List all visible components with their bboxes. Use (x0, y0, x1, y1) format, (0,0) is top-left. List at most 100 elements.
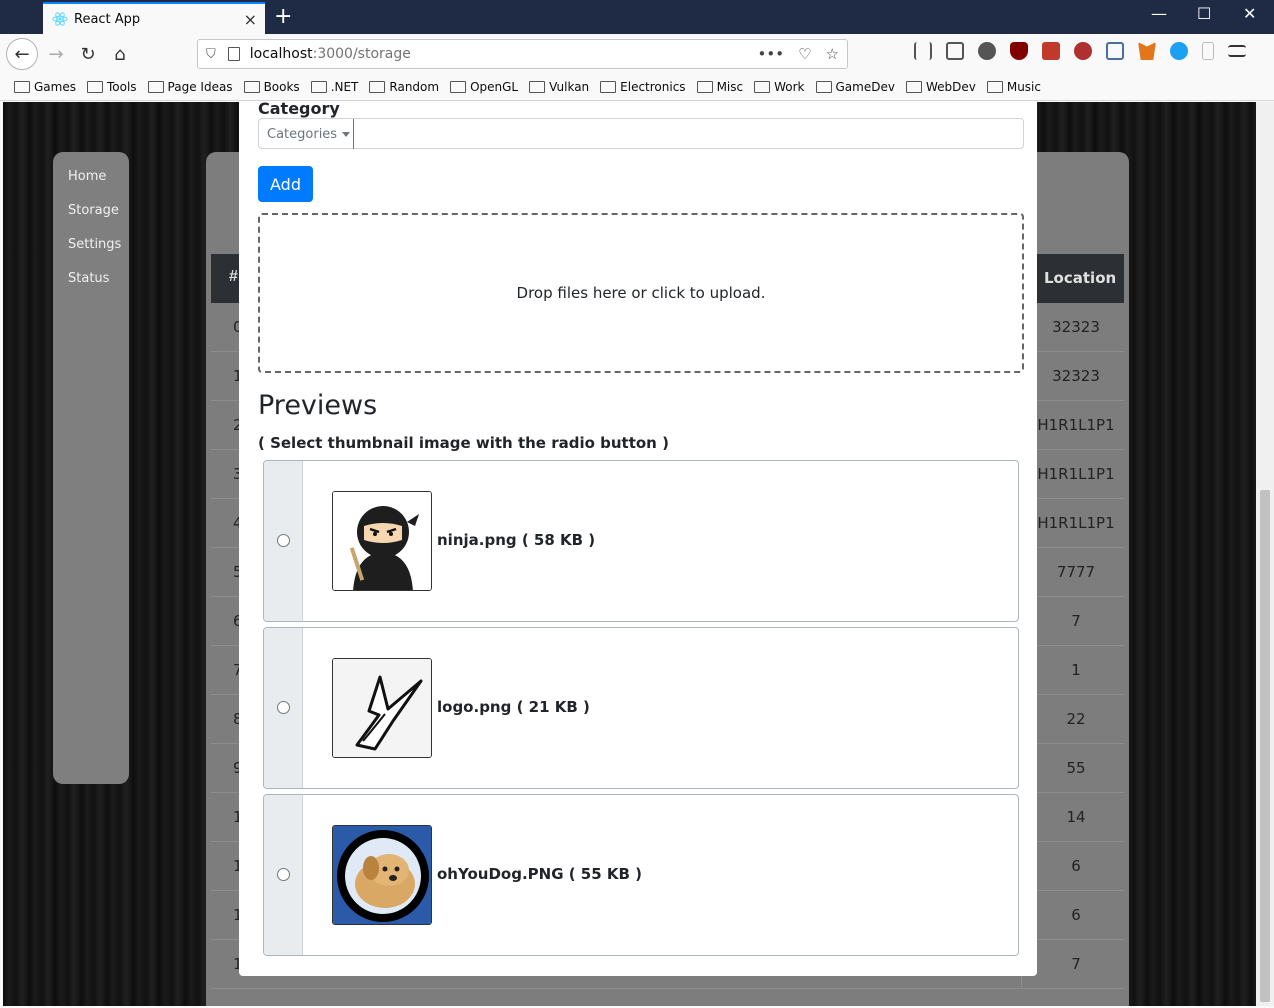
bookmark-item[interactable]: Misc (696, 80, 743, 94)
metamask-icon[interactable] (1138, 42, 1156, 60)
minimize-button[interactable]: — (1151, 4, 1167, 23)
logo-icon (332, 658, 432, 758)
extension-badge-icon[interactable] (1042, 42, 1060, 60)
url-bar[interactable]: ⛉ localhost:3000/storage ••• ♡ ☆ (197, 39, 848, 69)
categories-dropdown[interactable]: Categories (259, 119, 354, 149)
bookmark-item[interactable]: Music (986, 80, 1041, 94)
row-location: 32323 (1052, 318, 1100, 336)
radio-cell (264, 461, 303, 621)
category-input[interactable] (355, 119, 1023, 149)
category-label: Category (258, 102, 340, 118)
bookmark-label: Vulkan (549, 80, 590, 94)
thumbnail-radio[interactable] (277, 868, 290, 881)
page-scrollbar[interactable] (1256, 102, 1274, 1006)
reload-button[interactable]: ↻ (72, 38, 104, 70)
bookmark-item[interactable]: Work (754, 80, 805, 94)
sidebar-item-storage[interactable]: Storage (68, 194, 129, 228)
file-dropzone[interactable]: Drop files here or click to upload. (258, 213, 1024, 373)
row-location: 6 (1071, 906, 1081, 924)
bookmark-item[interactable]: .NET (310, 80, 359, 94)
row-location: H1R1L1P1 (1037, 416, 1115, 434)
radio-cell (264, 628, 303, 788)
add-button[interactable]: Add (258, 166, 313, 202)
folder-icon (147, 81, 164, 93)
maximize-button[interactable]: ☐ (1197, 4, 1211, 23)
bookmark-item[interactable]: Games (14, 80, 76, 94)
column-header-index: # (229, 268, 238, 285)
tab-title: React App (74, 11, 141, 27)
ninja-icon (332, 491, 432, 591)
bookmark-item[interactable]: OpenGL (450, 80, 518, 94)
file-name: logo.png ( 21 KB ) (437, 698, 590, 716)
row-location: 1 (1071, 661, 1081, 679)
bookmark-label: Games (34, 80, 76, 94)
sidebar-item-status[interactable]: Status (68, 262, 129, 296)
device-icon[interactable] (1202, 42, 1214, 60)
folder-icon (696, 81, 713, 93)
back-button[interactable]: ← (6, 38, 38, 70)
folder-icon (905, 81, 922, 93)
reload-icon: ↻ (80, 43, 96, 65)
bookmark-item[interactable]: Tools (86, 80, 137, 94)
bookmark-item[interactable]: GameDev (815, 80, 895, 94)
previews-heading: Previews (258, 390, 378, 421)
extension-icon[interactable] (1074, 42, 1092, 60)
sidebar-item-home[interactable]: Home (68, 160, 129, 194)
bookmark-label: Page Ideas (167, 80, 233, 94)
folder-icon (369, 81, 386, 93)
home-button[interactable]: ⌂ (104, 38, 136, 70)
bookmark-item[interactable]: Electronics (600, 80, 686, 94)
back-arrow-icon: ← (14, 43, 30, 65)
folder-icon (600, 81, 617, 93)
image-extension-icon[interactable] (1106, 42, 1124, 60)
tab-close-icon[interactable]: × (244, 10, 257, 29)
more-actions-icon[interactable]: ••• (758, 45, 785, 63)
close-window-button[interactable]: ✕ (1243, 4, 1256, 23)
account-icon[interactable] (978, 42, 996, 60)
bookmark-item[interactable]: WebDev (905, 80, 976, 94)
row-location: 7 (1071, 955, 1081, 973)
bookmark-label: Tools (106, 80, 137, 94)
toolbar-extensions (914, 42, 1246, 60)
folder-icon (243, 81, 260, 93)
preview-card: ninja.png ( 58 KB ) (263, 460, 1019, 622)
tab-react-app[interactable]: React App × (43, 2, 265, 34)
sidebar-item-settings[interactable]: Settings (68, 228, 129, 262)
bookmark-item[interactable]: Vulkan (529, 80, 589, 94)
page-icon (227, 47, 240, 61)
bookmark-item[interactable]: Random (369, 80, 439, 94)
thumbnail-radio[interactable] (277, 701, 290, 714)
folder-icon (86, 81, 103, 93)
hamburger-menu-icon[interactable] (1228, 45, 1246, 57)
bookmark-label: Books (263, 80, 300, 94)
forward-arrow-icon: → (48, 43, 64, 65)
bookmark-label: Work (774, 80, 805, 94)
scrollbar-thumb[interactable] (1260, 490, 1270, 1002)
browser-window: React App × + — ☐ ✕ ← → ↻ ⌂ ⛉ localhost:… (0, 0, 1274, 1008)
url-host: localhost (249, 46, 313, 62)
folder-icon (986, 81, 1003, 93)
url-text[interactable]: localhost:3000/storage (250, 46, 411, 62)
ublock-icon[interactable] (1010, 42, 1028, 60)
sync-extension-icon[interactable] (1170, 42, 1188, 60)
forward-button[interactable]: → (40, 38, 72, 70)
new-tab-button[interactable]: + (274, 4, 292, 29)
bookmark-item[interactable]: Page Ideas (147, 80, 233, 94)
nav-bar: ← → ↻ ⌂ ⛉ localhost:3000/storage ••• ♡ ☆ (0, 34, 1274, 74)
caret-down-icon (342, 131, 351, 137)
row-location: 7777 (1056, 563, 1096, 581)
bookmark-label: .NET (330, 80, 359, 94)
bookmark-item[interactable]: Books (243, 80, 300, 94)
bookmarks-bar: Games Tools Page Ideas Books .NET Random OpenG… (0, 74, 1274, 101)
bookmark-star-icon[interactable]: ☆ (826, 45, 839, 63)
preview-card: ohYouDog.PNG ( 55 KB ) (263, 794, 1019, 956)
bookmark-label: Electronics (620, 80, 686, 94)
row-location: 14 (1066, 808, 1086, 826)
thumbnail-radio[interactable] (277, 534, 290, 547)
library-icon[interactable] (914, 42, 932, 60)
sidebar-icon[interactable] (946, 42, 964, 60)
pocket-icon[interactable]: ♡ (798, 45, 811, 63)
folder-icon (310, 81, 327, 93)
categories-dropdown-label: Categories (267, 126, 338, 142)
url-path: :3000/storage (312, 46, 411, 62)
